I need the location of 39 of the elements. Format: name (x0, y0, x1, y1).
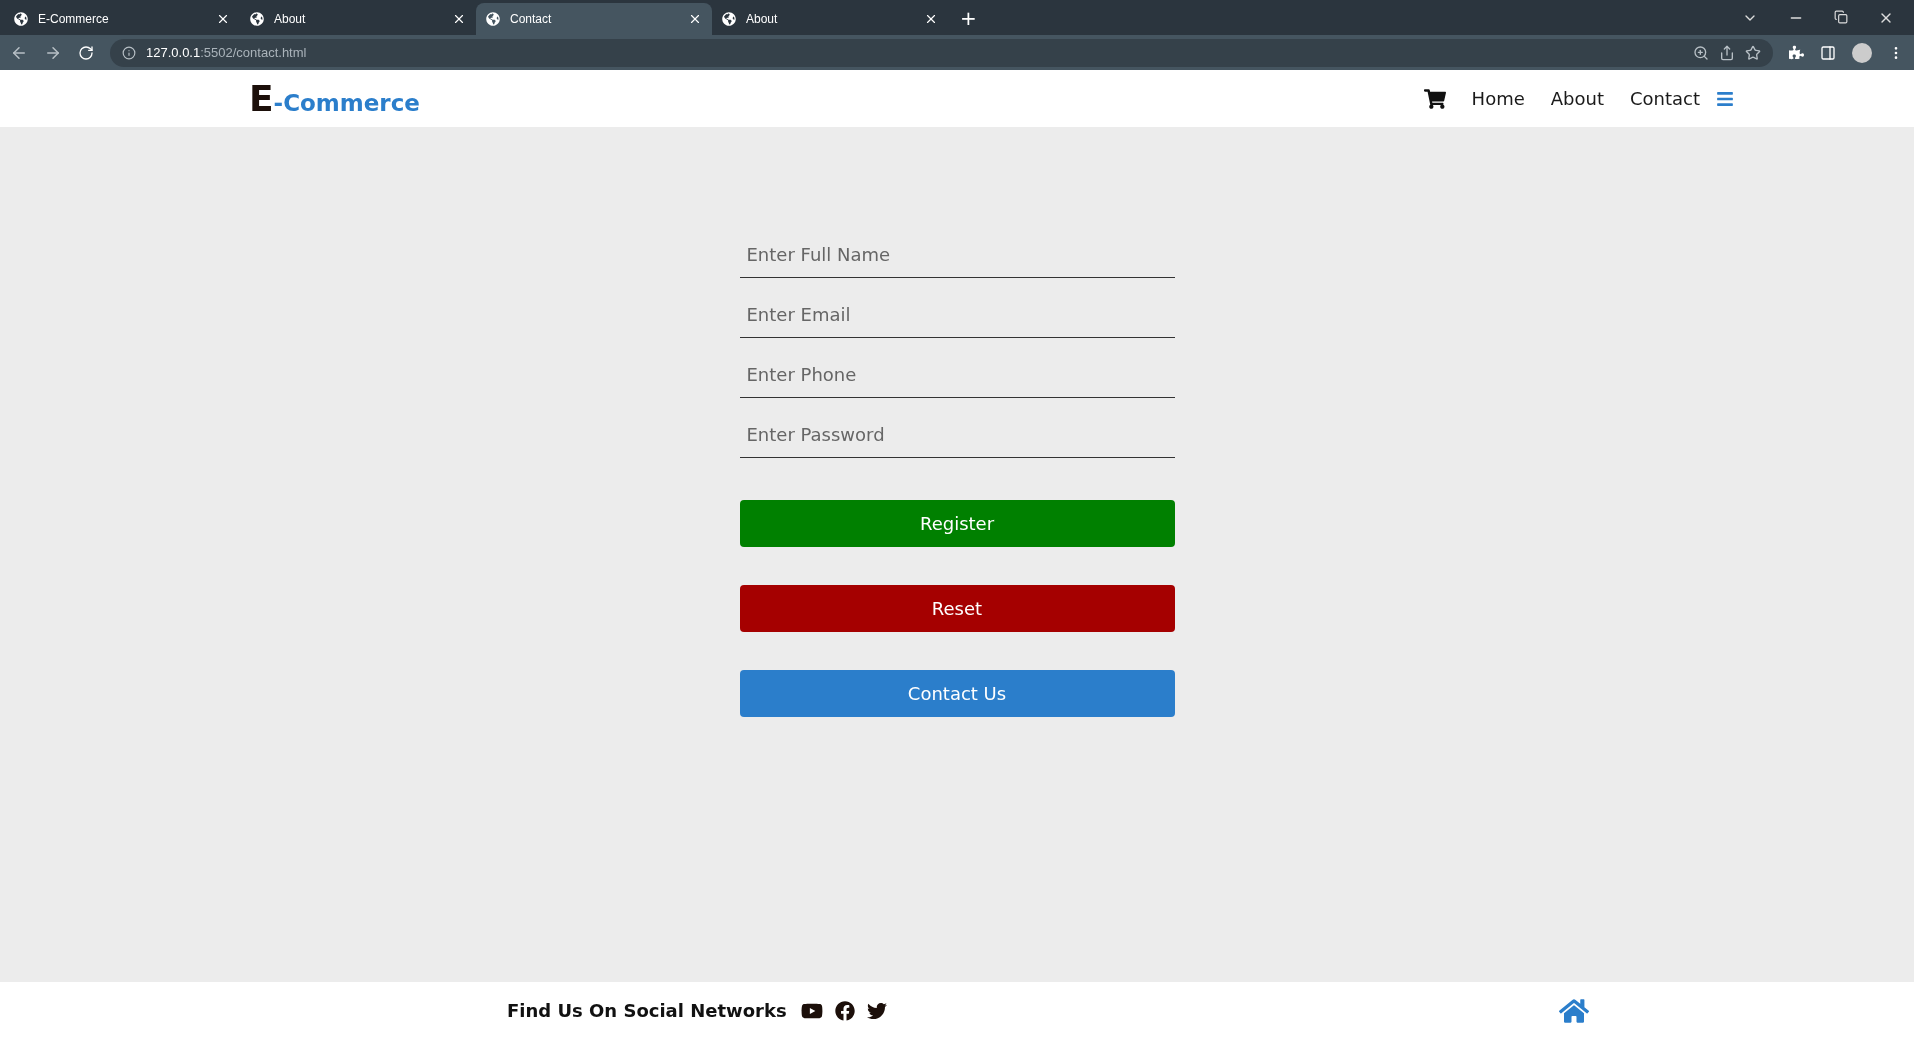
reset-button[interactable]: Reset (739, 585, 1175, 632)
puzzle-icon[interactable] (1789, 45, 1804, 60)
input-field[interactable]: Enter Email (739, 282, 1175, 338)
browser-tab[interactable]: About (712, 3, 948, 35)
close-icon[interactable] (452, 12, 466, 26)
restore-icon[interactable] (1834, 9, 1848, 24)
globe-icon (486, 12, 500, 26)
menu-icon[interactable] (1716, 89, 1734, 108)
facebook-icon[interactable] (834, 1000, 855, 1021)
globe-icon (14, 12, 28, 26)
nav-link[interactable]: Contact (1629, 88, 1700, 109)
new-tab-button[interactable]: + (960, 5, 977, 30)
avatar[interactable] (1852, 42, 1872, 63)
cart-icon[interactable] (1423, 87, 1446, 110)
close-icon[interactable] (924, 12, 938, 26)
reload-icon[interactable] (78, 44, 94, 61)
nav-link[interactable]: About (1550, 88, 1604, 109)
globe-icon (722, 12, 736, 26)
input-field[interactable]: Enter Full Name (739, 222, 1175, 278)
globe-icon (250, 12, 264, 26)
browser-tab[interactable]: Contact (476, 3, 712, 35)
twitter-icon[interactable] (866, 1000, 887, 1021)
info-icon[interactable] (122, 45, 136, 60)
browser-tab[interactable]: About (240, 3, 476, 35)
contact-button[interactable]: Contact Us (739, 670, 1175, 717)
register-button[interactable]: Register (739, 500, 1175, 547)
logo[interactable]: E-Commerce (249, 78, 420, 119)
input-field[interactable]: Enter Password (739, 402, 1175, 458)
share-icon[interactable] (1719, 44, 1735, 61)
address-bar[interactable]: 127.0.0.1:5502/contact.html (110, 38, 1773, 67)
input-field[interactable]: Enter Phone (739, 342, 1175, 398)
nav-link[interactable]: Home (1471, 88, 1525, 109)
zoom-icon[interactable] (1693, 44, 1709, 61)
side-panel-icon[interactable] (1820, 44, 1836, 61)
star-icon[interactable] (1745, 44, 1761, 61)
close-icon[interactable] (216, 12, 230, 26)
close-icon[interactable] (688, 12, 702, 26)
browser-tab[interactable]: E-Commerce (4, 3, 240, 35)
footer-text: Find Us On Social Networks (507, 1000, 787, 1021)
